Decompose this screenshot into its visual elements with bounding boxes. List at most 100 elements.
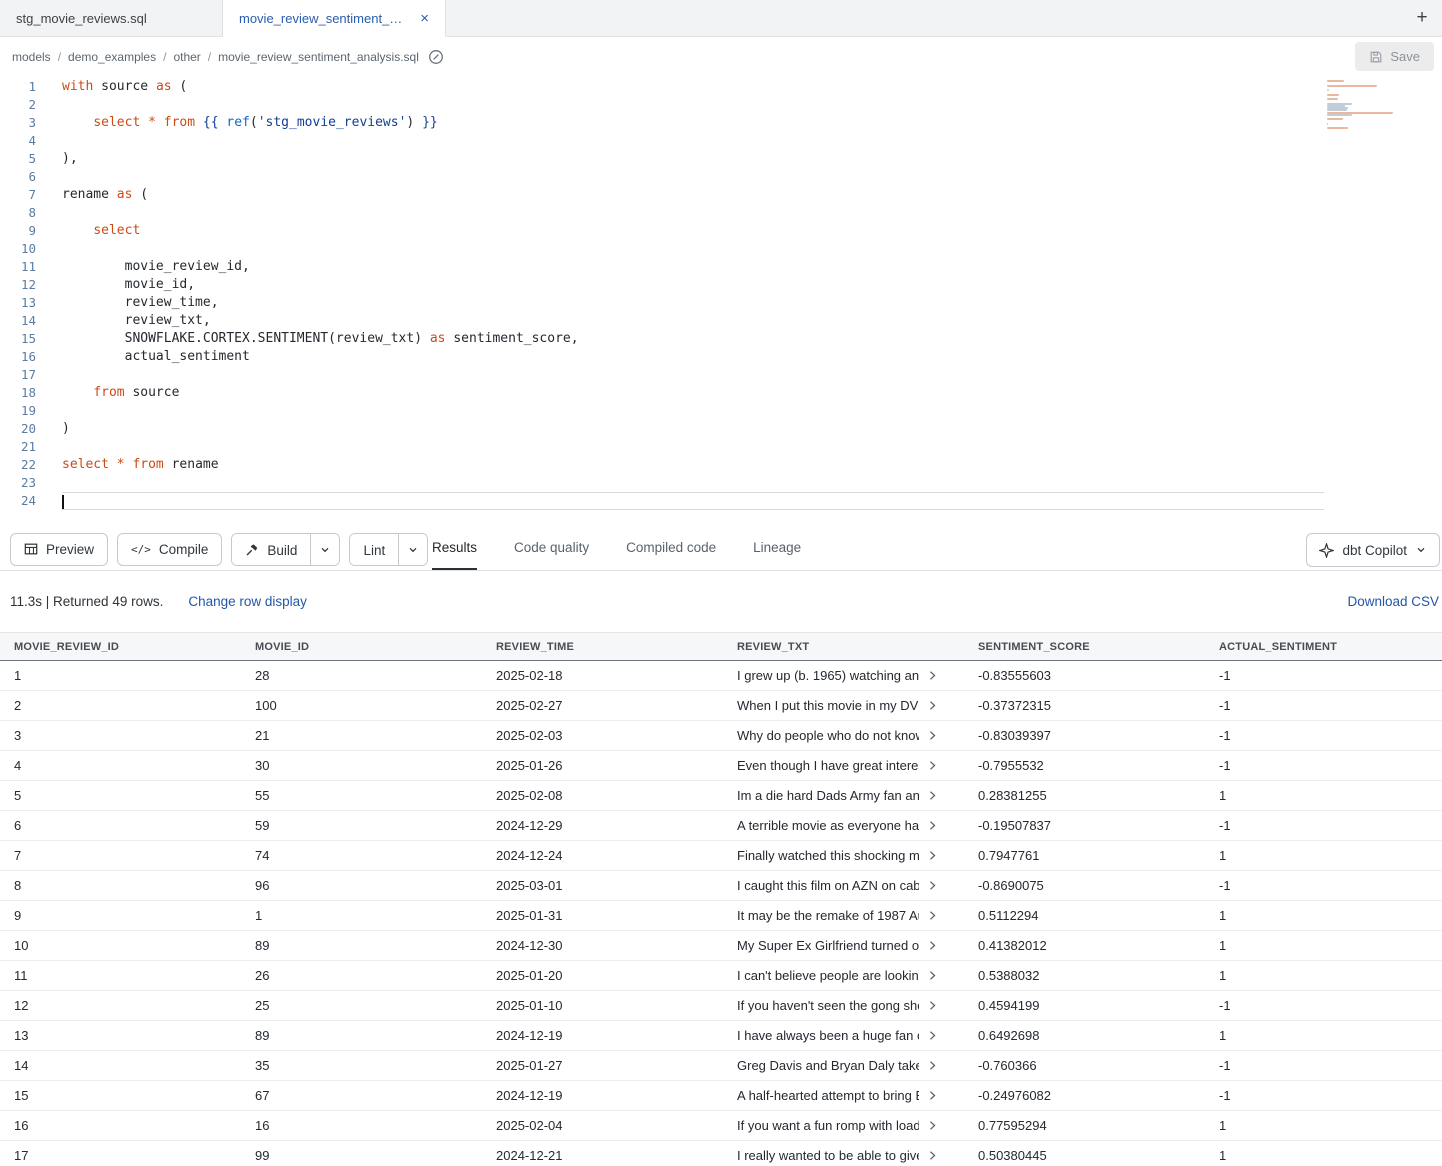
code-line[interactable]: 11 movie_review_id, [0, 258, 1442, 276]
code-line[interactable]: 17 [0, 366, 1442, 384]
expand-cell-icon[interactable] [927, 760, 938, 771]
cell-movie-id: 30 [241, 758, 482, 773]
cell-sentiment-score: 0.6492698 [964, 1028, 1205, 1043]
code-line[interactable]: 9 select [0, 222, 1442, 240]
breadcrumb-item[interactable]: demo_examples [68, 50, 156, 64]
close-tab-icon[interactable]: × [420, 11, 429, 26]
cell-sentiment-score: -0.8690075 [964, 878, 1205, 893]
code-line[interactable]: 6 [0, 168, 1442, 186]
breadcrumb-item[interactable]: other [173, 50, 200, 64]
column-header[interactable]: REVIEW_TXT [723, 641, 964, 653]
code-line[interactable]: 3 select * from {{ ref('stg_movie_review… [0, 114, 1442, 132]
expand-cell-icon[interactable] [927, 1150, 938, 1161]
minimap[interactable] [1327, 80, 1397, 134]
code-line[interactable]: 19 [0, 402, 1442, 420]
code-line[interactable]: 21 [0, 438, 1442, 456]
code-line[interactable]: 23 [0, 474, 1442, 492]
code-line[interactable]: 5), [0, 150, 1442, 168]
expand-cell-icon[interactable] [927, 1090, 938, 1101]
change-row-display-link[interactable]: Change row display [188, 594, 307, 609]
code-line[interactable]: 16 actual_sentiment [0, 348, 1442, 366]
new-tab-button[interactable]: + [1402, 0, 1442, 36]
column-header[interactable]: SENTIMENT_SCORE [964, 641, 1205, 653]
expand-cell-icon[interactable] [927, 820, 938, 831]
cell-actual-sentiment: 1 [1205, 1148, 1442, 1163]
cell-sentiment-score: 0.28381255 [964, 788, 1205, 803]
code-line[interactable]: 10 [0, 240, 1442, 258]
results-tab-results[interactable]: Results [432, 527, 477, 570]
line-number: 1 [0, 78, 36, 96]
expand-cell-icon[interactable] [927, 730, 938, 741]
code-line[interactable]: 15 SNOWFLAKE.CORTEX.SENTIMENT(review_txt… [0, 330, 1442, 348]
code-line[interactable]: 12 movie_id, [0, 276, 1442, 294]
build-button[interactable]: Build [232, 534, 310, 566]
results-tab-code-quality[interactable]: Code quality [514, 527, 589, 570]
expand-cell-icon[interactable] [927, 1030, 938, 1041]
cell-movie-review-id: 15 [0, 1088, 241, 1103]
expand-cell-icon[interactable] [927, 1000, 938, 1011]
download-csv-link[interactable]: Download CSV [1347, 594, 1439, 609]
results-tab-compiled-code[interactable]: Compiled code [626, 527, 716, 570]
code-text: SNOWFLAKE.CORTEX.SENTIMENT(review_txt) a… [62, 330, 1324, 348]
editor-lines: 1with source as (23 select * from {{ ref… [0, 78, 1442, 510]
expand-cell-icon[interactable] [927, 1120, 938, 1131]
tab-stg-movie-reviews[interactable]: stg_movie_reviews.sql [0, 0, 223, 36]
minimap-line [1327, 123, 1328, 125]
dbt-copilot-button[interactable]: dbt Copilot [1306, 533, 1440, 567]
results-tab-strip: Results Code quality Compiled code Lineage [432, 527, 801, 570]
cell-review-txt: I really wanted to be able to give this … [723, 1148, 964, 1163]
cell-review-time: 2025-02-08 [482, 788, 723, 803]
line-number: 12 [0, 276, 36, 294]
code-line[interactable]: 22select * from rename [0, 456, 1442, 474]
code-line[interactable]: 8 [0, 204, 1442, 222]
compile-button[interactable]: </> Compile [117, 533, 222, 566]
cell-sentiment-score: -0.7955532 [964, 758, 1205, 773]
query-summary: 11.3s | Returned 49 rows. [10, 594, 163, 609]
column-header[interactable]: REVIEW_TIME [482, 641, 723, 653]
line-number: 13 [0, 294, 36, 312]
review-text: I have always been a huge fan of "Hom… [737, 1028, 919, 1043]
code-line[interactable]: 4 [0, 132, 1442, 150]
line-number: 24 [0, 492, 36, 510]
expand-cell-icon[interactable] [927, 970, 938, 981]
preview-button[interactable]: Preview [10, 533, 108, 566]
expand-cell-icon[interactable] [927, 1060, 938, 1071]
breadcrumb-item[interactable]: models [12, 50, 51, 64]
build-label: Build [267, 543, 297, 558]
expand-cell-icon[interactable] [927, 940, 938, 951]
cell-actual-sentiment: -1 [1205, 1088, 1442, 1103]
results-tab-lineage[interactable]: Lineage [753, 527, 801, 570]
lint-dropdown-arrow[interactable] [398, 534, 427, 566]
cell-movie-review-id: 17 [0, 1148, 241, 1163]
expand-cell-icon[interactable] [927, 670, 938, 681]
column-header[interactable]: ACTUAL_SENTIMENT [1205, 641, 1442, 653]
code-line[interactable]: 18 from source [0, 384, 1442, 402]
breadcrumb-item[interactable]: movie_review_sentiment_analysis.sql [218, 50, 419, 64]
column-header[interactable]: MOVIE_REVIEW_ID [0, 641, 241, 653]
line-number: 17 [0, 366, 36, 384]
expand-cell-icon[interactable] [927, 850, 938, 861]
build-dropdown-arrow[interactable] [310, 534, 339, 566]
code-editor[interactable]: 1with source as (23 select * from {{ ref… [0, 76, 1442, 528]
code-line[interactable]: 24 [0, 492, 1442, 510]
code-line[interactable]: 2 [0, 96, 1442, 114]
tab-label: movie_review_sentiment_… [239, 11, 402, 26]
cell-actual-sentiment: -1 [1205, 1058, 1442, 1073]
save-button[interactable]: Save [1355, 42, 1434, 71]
lint-button[interactable]: Lint [350, 534, 398, 566]
expand-cell-icon[interactable] [927, 790, 938, 801]
expand-cell-icon[interactable] [927, 910, 938, 921]
code-line[interactable]: 7rename as ( [0, 186, 1442, 204]
expand-cell-icon[interactable] [927, 700, 938, 711]
code-line[interactable]: 1with source as ( [0, 78, 1442, 96]
code-text [62, 366, 1324, 384]
expand-cell-icon[interactable] [927, 880, 938, 891]
column-header[interactable]: MOVIE_ID [241, 641, 482, 653]
tab-movie-review-sentiment[interactable]: movie_review_sentiment_… × [223, 0, 446, 37]
cell-movie-id: 96 [241, 878, 482, 893]
code-line[interactable]: 13 review_time, [0, 294, 1442, 312]
compile-label: Compile [159, 542, 209, 557]
code-line[interactable]: 14 review_txt, [0, 312, 1442, 330]
copy-path-icon[interactable] [428, 49, 444, 65]
code-line[interactable]: 20) [0, 420, 1442, 438]
